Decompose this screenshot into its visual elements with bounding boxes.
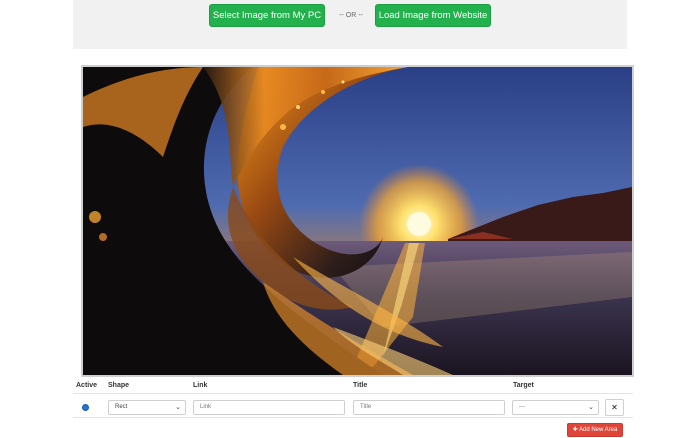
title-input[interactable]: Title xyxy=(353,400,505,415)
image-source-panel: Select Image from My PC -- OR -- Load Im… xyxy=(73,0,627,49)
areas-table-header: Active Shape Link Title Target xyxy=(73,380,633,394)
link-input-placeholder: Link xyxy=(200,404,212,410)
table-row: Rect ⌄ Link Title --- ⌄ ✕ xyxy=(73,396,633,418)
target-select[interactable]: --- ⌄ xyxy=(512,400,599,415)
header-active: Active xyxy=(76,382,98,389)
select-image-from-pc-button[interactable]: Select Image from My PC xyxy=(209,4,325,27)
or-separator: -- OR -- xyxy=(339,12,363,19)
add-new-area-button[interactable]: ✚ Add New Area xyxy=(567,423,623,437)
target-select-value: --- xyxy=(519,404,525,410)
shape-select[interactable]: Rect ⌄ xyxy=(108,400,186,415)
header-shape: Shape xyxy=(108,382,130,389)
title-input-placeholder: Title xyxy=(360,404,372,410)
load-image-from-website-button[interactable]: Load Image from Website xyxy=(375,4,491,27)
header-target: Target xyxy=(513,382,534,389)
link-input[interactable]: Link xyxy=(193,400,345,415)
shape-select-value: Rect xyxy=(115,404,128,410)
chevron-down-icon: ⌄ xyxy=(175,404,181,411)
wave-photo xyxy=(83,67,632,375)
image-canvas[interactable] xyxy=(81,65,634,377)
active-radio[interactable] xyxy=(82,404,89,411)
chevron-down-icon: ⌄ xyxy=(588,404,594,411)
header-link: Link xyxy=(193,382,208,389)
remove-area-button[interactable]: ✕ xyxy=(605,399,624,416)
header-title: Title xyxy=(353,382,368,389)
